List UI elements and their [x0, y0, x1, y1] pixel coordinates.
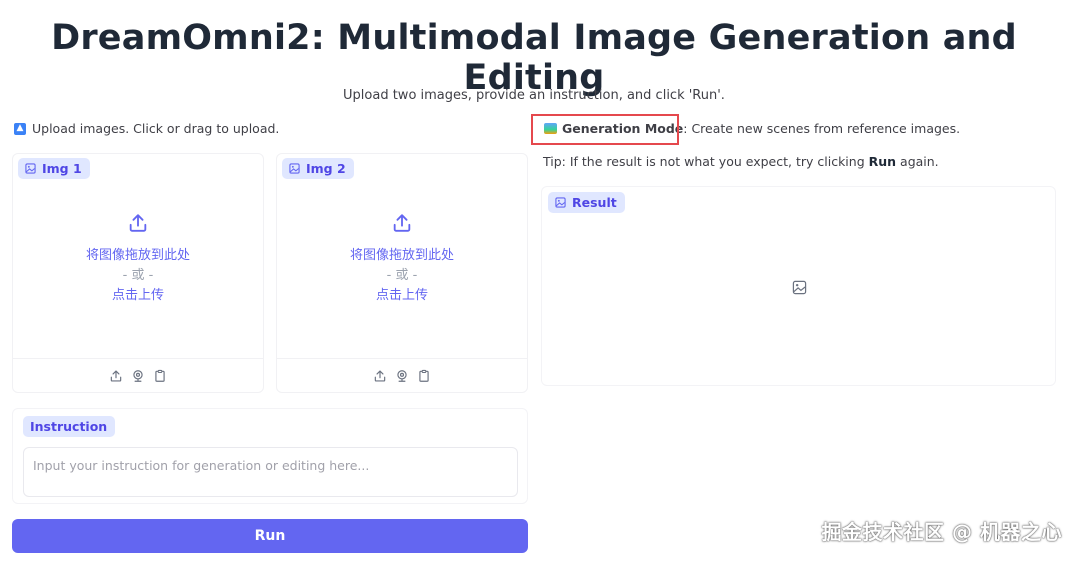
upload-icon[interactable]: [373, 369, 387, 383]
page-subtitle: Upload two images, provide an instructio…: [343, 88, 725, 103]
image-icon: [25, 163, 36, 174]
click-upload-text[interactable]: 点击上传: [112, 286, 164, 306]
generation-mode-description: : Create new scenes from reference image…: [683, 121, 961, 136]
image-placeholder-icon: [792, 280, 807, 299]
up-arrow-emoji-icon: ▲: [14, 122, 26, 135]
webcam-icon[interactable]: [131, 369, 145, 383]
instruction-panel: Instruction: [12, 408, 528, 504]
or-text: - 或 -: [122, 268, 154, 283]
or-text: - 或 -: [386, 268, 418, 283]
watermark: 掘金技术社区 @ 机器之心: [821, 520, 1062, 544]
image-input-1[interactable]: Img 1 将图像拖放到此处 - 或 - 点击上传: [12, 153, 264, 393]
image-input-2-label-text: Img 2: [306, 161, 346, 176]
tip-text: Tip: If the result is not what you expec…: [543, 154, 939, 169]
tip-prefix: Tip: If the result is not what you expec…: [543, 154, 869, 169]
generation-mode-line: Generation Mode : Create new scenes from…: [544, 121, 960, 136]
drop-text: 将图像拖放到此处: [85, 248, 190, 263]
instruction-input[interactable]: [23, 447, 518, 497]
upload-hint: ▲ Upload images. Click or drag to upload…: [14, 121, 279, 136]
upload-icon: [391, 212, 413, 238]
result-label-text: Result: [572, 195, 617, 210]
image-input-1-label: Img 1: [18, 158, 90, 179]
result-panel: Result: [541, 186, 1056, 386]
generation-mode-label: Generation Mode: [562, 121, 684, 136]
result-label: Result: [548, 192, 625, 213]
tip-run-word: Run: [868, 154, 897, 169]
drop-text: 将图像拖放到此处: [349, 248, 454, 263]
click-upload-text[interactable]: 点击上传: [376, 286, 428, 306]
image-input-2-toolbar: [277, 358, 527, 392]
tip-suffix: again.: [896, 154, 939, 169]
run-button[interactable]: Run: [12, 519, 528, 553]
image-input-1-dropzone[interactable]: 将图像拖放到此处 - 或 - 点击上传: [13, 212, 263, 306]
picture-emoji-icon: [544, 123, 557, 134]
image-icon: [555, 197, 566, 208]
image-input-1-toolbar: [13, 358, 263, 392]
instruction-label: Instruction: [23, 416, 116, 437]
clipboard-icon[interactable]: [417, 369, 431, 383]
upload-hint-text: Upload images. Click or drag to upload.: [32, 121, 280, 136]
page-title: DreamOmni2: Multimodal Image Generation …: [51, 18, 1017, 98]
image-input-2[interactable]: Img 2 将图像拖放到此处 - 或 - 点击上传: [276, 153, 528, 393]
clipboard-icon[interactable]: [153, 369, 167, 383]
image-input-1-label-text: Img 1: [42, 161, 82, 176]
upload-icon: [127, 212, 149, 238]
image-input-2-label: Img 2: [282, 158, 354, 179]
image-input-2-dropzone[interactable]: 将图像拖放到此处 - 或 - 点击上传: [277, 212, 527, 306]
webcam-icon[interactable]: [395, 369, 409, 383]
image-icon: [289, 163, 300, 174]
upload-icon[interactable]: [109, 369, 123, 383]
